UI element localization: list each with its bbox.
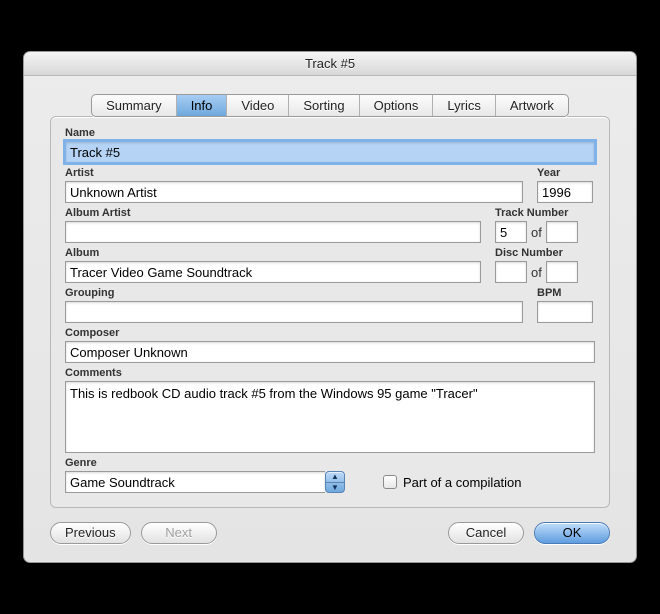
composer-label: Composer: [65, 327, 595, 339]
composer-input[interactable]: [65, 341, 595, 363]
disc-of-label: of: [531, 265, 542, 280]
previous-button[interactable]: Previous: [50, 522, 131, 544]
artist-input[interactable]: [65, 181, 523, 203]
album-artist-label: Album Artist: [65, 207, 481, 219]
content-area: Summary Info Video Sorting Options Lyric…: [24, 76, 636, 562]
album-artist-input[interactable]: [65, 221, 481, 243]
track-number-label: Track Number: [495, 207, 595, 219]
track-num-input[interactable]: [495, 221, 527, 243]
chevron-up-icon: ▲: [326, 472, 344, 483]
next-button[interactable]: Next: [141, 522, 217, 544]
track-of-label: of: [531, 225, 542, 240]
genre-stepper-icon[interactable]: ▲ ▼: [325, 471, 345, 493]
window-title: Track #5: [305, 56, 355, 71]
genre-combo[interactable]: ▲ ▼: [65, 471, 345, 493]
grouping-input[interactable]: [65, 301, 523, 323]
ok-button[interactable]: OK: [534, 522, 610, 544]
genre-label: Genre: [65, 457, 345, 469]
album-label: Album: [65, 247, 481, 259]
footer: Previous Next Cancel OK: [50, 522, 610, 544]
tab-summary[interactable]: Summary: [92, 95, 177, 116]
bpm-input[interactable]: [537, 301, 593, 323]
tab-info[interactable]: Info: [177, 95, 228, 116]
disc-num-input[interactable]: [495, 261, 527, 283]
bpm-label: BPM: [537, 287, 595, 299]
name-input[interactable]: [65, 141, 595, 163]
disc-number-label: Disc Number: [495, 247, 595, 259]
genre-input[interactable]: [65, 471, 325, 493]
year-input[interactable]: [537, 181, 593, 203]
compilation-checkbox[interactable]: [383, 475, 397, 489]
artist-label: Artist: [65, 167, 523, 179]
tab-lyrics[interactable]: Lyrics: [433, 95, 495, 116]
info-panel: Name Artist Year Album Artist: [50, 116, 610, 508]
disc-total-input[interactable]: [546, 261, 578, 283]
track-total-input[interactable]: [546, 221, 578, 243]
tabs-container: Summary Info Video Sorting Options Lyric…: [91, 94, 569, 117]
tab-bar: Summary Info Video Sorting Options Lyric…: [50, 94, 610, 117]
titlebar: Track #5: [24, 52, 636, 76]
tab-artwork[interactable]: Artwork: [496, 95, 568, 116]
tab-options[interactable]: Options: [360, 95, 434, 116]
grouping-label: Grouping: [65, 287, 523, 299]
comments-textarea[interactable]: [65, 381, 595, 453]
tab-sorting[interactable]: Sorting: [289, 95, 359, 116]
tab-video[interactable]: Video: [227, 95, 289, 116]
cancel-button[interactable]: Cancel: [448, 522, 524, 544]
album-input[interactable]: [65, 261, 481, 283]
name-label: Name: [65, 127, 595, 139]
chevron-down-icon: ▼: [326, 483, 344, 493]
year-label: Year: [537, 167, 595, 179]
comments-label: Comments: [65, 367, 595, 379]
compilation-label: Part of a compilation: [403, 475, 522, 490]
dialog-window: Track #5 Summary Info Video Sorting Opti…: [23, 51, 637, 563]
